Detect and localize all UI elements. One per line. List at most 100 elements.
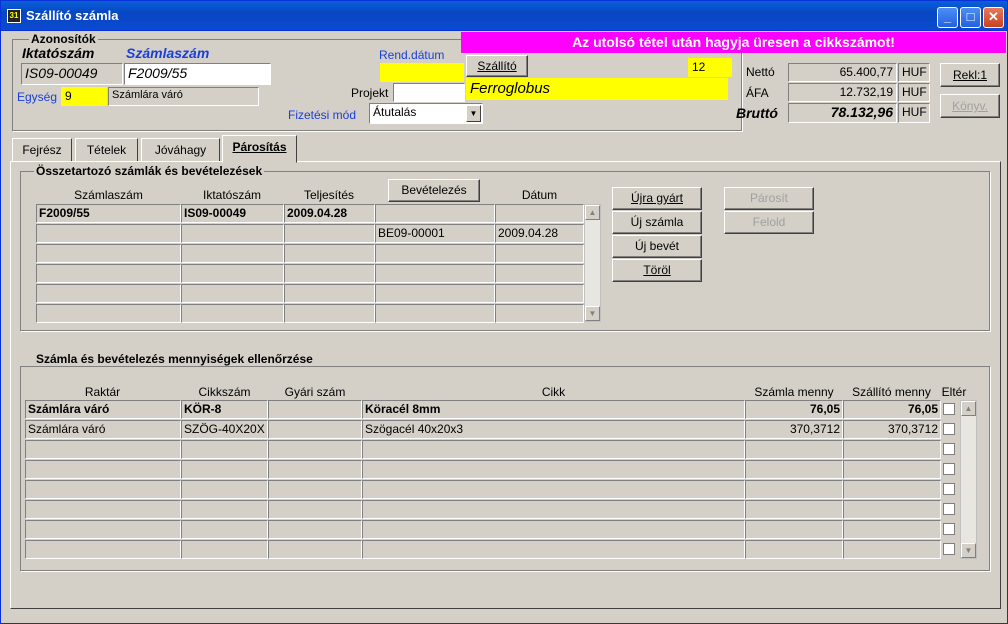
projekt-field[interactable] [393,83,465,102]
scroll-down-icon[interactable]: ▼ [585,306,600,321]
elter-checkbox[interactable] [943,523,955,535]
rekl-button[interactable]: Rekl:1 [940,63,1000,87]
cell-cikkszam[interactable] [181,520,268,539]
bevetelezes-button[interactable]: Bevételezés [388,179,480,202]
scroll-down-icon[interactable]: ▼ [961,543,976,558]
rend-datum-field[interactable] [380,63,464,82]
cell-teljesites[interactable] [284,304,375,323]
cell-cikk[interactable]: Szögacél 40x20x3 [362,420,745,439]
cell-datum[interactable] [495,244,584,263]
iktatoszam-field[interactable]: IS09-00049 [21,63,123,85]
scroll-up-icon[interactable]: ▲ [585,205,600,220]
uj-bevet-button[interactable]: Új bevét [612,235,702,258]
cell-szamlaszam[interactable]: F2009/55 [36,204,181,223]
cell-cikk[interactable] [362,440,745,459]
cell-cikkszam[interactable]: KÖR-8 [181,400,268,419]
cell-gyari-szam[interactable] [268,420,362,439]
elter-checkbox[interactable] [943,543,955,555]
cell-gyari-szam[interactable] [268,400,362,419]
fizetesi-mod-select[interactable]: Átutalás ▼ [369,103,483,124]
cell-bevetelezes[interactable] [375,264,495,283]
cell-szamla-menny[interactable] [745,460,843,479]
cell-szamla-menny[interactable] [745,520,843,539]
cell-cikk[interactable] [362,460,745,479]
cell-szamlaszam[interactable] [36,244,181,263]
cell-szamla-menny[interactable] [745,500,843,519]
cell-datum[interactable] [495,284,584,303]
cell-cikk[interactable] [362,540,745,559]
cell-teljesites[interactable] [284,264,375,283]
cell-szamla-menny[interactable] [745,440,843,459]
cell-raktar[interactable] [25,440,181,459]
close-button[interactable]: ✕ [983,7,1004,28]
cell-iktatoszam[interactable] [181,284,284,303]
cell-datum[interactable] [495,304,584,323]
pairing-scrollbar[interactable]: ▲ ▼ [584,204,601,322]
szamlaszam-field[interactable]: F2009/55 [124,63,271,85]
cell-gyari-szam[interactable] [268,500,362,519]
cell-szallito-menny[interactable]: 76,05 [843,400,941,419]
cell-cikk[interactable] [362,520,745,539]
cell-szamla-menny[interactable] [745,540,843,559]
scroll-up-icon[interactable]: ▲ [961,401,976,416]
szallito-name-field[interactable]: Ferroglobus [466,78,728,100]
cell-cikk[interactable]: Köracél 8mm [362,400,745,419]
cell-raktar[interactable] [25,480,181,499]
cell-raktar[interactable] [25,540,181,559]
cell-szamla-menny[interactable]: 76,05 [745,400,843,419]
cell-datum[interactable]: 2009.04.28 [495,224,584,243]
cell-iktatoszam[interactable] [181,224,284,243]
szallito-code-field[interactable]: 12 [688,58,732,77]
cell-iktatoszam[interactable] [181,264,284,283]
torol-button[interactable]: Töröl [612,259,702,282]
cell-bevetelezes[interactable]: BE09-00001 [375,224,495,243]
cell-cikkszam[interactable] [181,440,268,459]
cell-iktatoszam[interactable] [181,304,284,323]
cell-cikkszam[interactable] [181,500,268,519]
cell-gyari-szam[interactable] [268,540,362,559]
cell-szamlaszam[interactable] [36,284,181,303]
cell-bevetelezes[interactable] [375,284,495,303]
tab-jovahagy[interactable]: Jóváhagy [141,138,220,162]
cell-szallito-menny[interactable] [843,500,941,519]
parosit-button[interactable]: Párosít [724,187,814,210]
cell-szallito-menny[interactable]: 370,3712 [843,420,941,439]
cell-szamlaszam[interactable] [36,264,181,283]
cell-datum[interactable] [495,264,584,283]
cell-bevetelezes[interactable] [375,204,495,223]
tab-tetelek[interactable]: Tételek [75,138,138,162]
cell-szallito-menny[interactable] [843,440,941,459]
cell-raktar[interactable]: Számlára váró [25,400,181,419]
felold-button[interactable]: Felold [724,211,814,234]
tab-fejresz[interactable]: Fejrész [12,138,72,162]
maximize-button[interactable]: □ [960,7,981,28]
cell-bevetelezes[interactable] [375,244,495,263]
cell-teljesites[interactable]: 2009.04.28 [284,204,375,223]
elter-checkbox[interactable] [943,483,955,495]
cell-datum[interactable] [495,204,584,223]
cell-gyari-szam[interactable] [268,460,362,479]
check-scrollbar[interactable]: ▲ ▼ [960,400,977,559]
cell-cikkszam[interactable] [181,480,268,499]
cell-gyari-szam[interactable] [268,480,362,499]
cell-cikk[interactable] [362,500,745,519]
cell-cikkszam[interactable]: SZÖG-40X20X [181,420,268,439]
cell-szamlaszam[interactable] [36,304,181,323]
elter-checkbox[interactable] [943,443,955,455]
cell-raktar[interactable] [25,500,181,519]
ujra-gyart-button[interactable]: Újra gyárt [612,187,702,210]
cell-teljesites[interactable] [284,244,375,263]
elter-checkbox[interactable] [943,503,955,515]
cell-szamlaszam[interactable] [36,224,181,243]
cell-bevetelezes[interactable] [375,304,495,323]
cell-raktar[interactable]: Számlára váró [25,420,181,439]
cell-szallito-menny[interactable] [843,480,941,499]
cell-szamla-menny[interactable]: 370,3712 [745,420,843,439]
egyseg-field[interactable]: 9 [61,87,107,106]
cell-iktatoszam[interactable]: IS09-00049 [181,204,284,223]
cell-szallito-menny[interactable] [843,460,941,479]
tab-parositas[interactable]: Párosítás [222,135,297,163]
cell-raktar[interactable] [25,460,181,479]
cell-raktar[interactable] [25,520,181,539]
cell-szallito-menny[interactable] [843,540,941,559]
